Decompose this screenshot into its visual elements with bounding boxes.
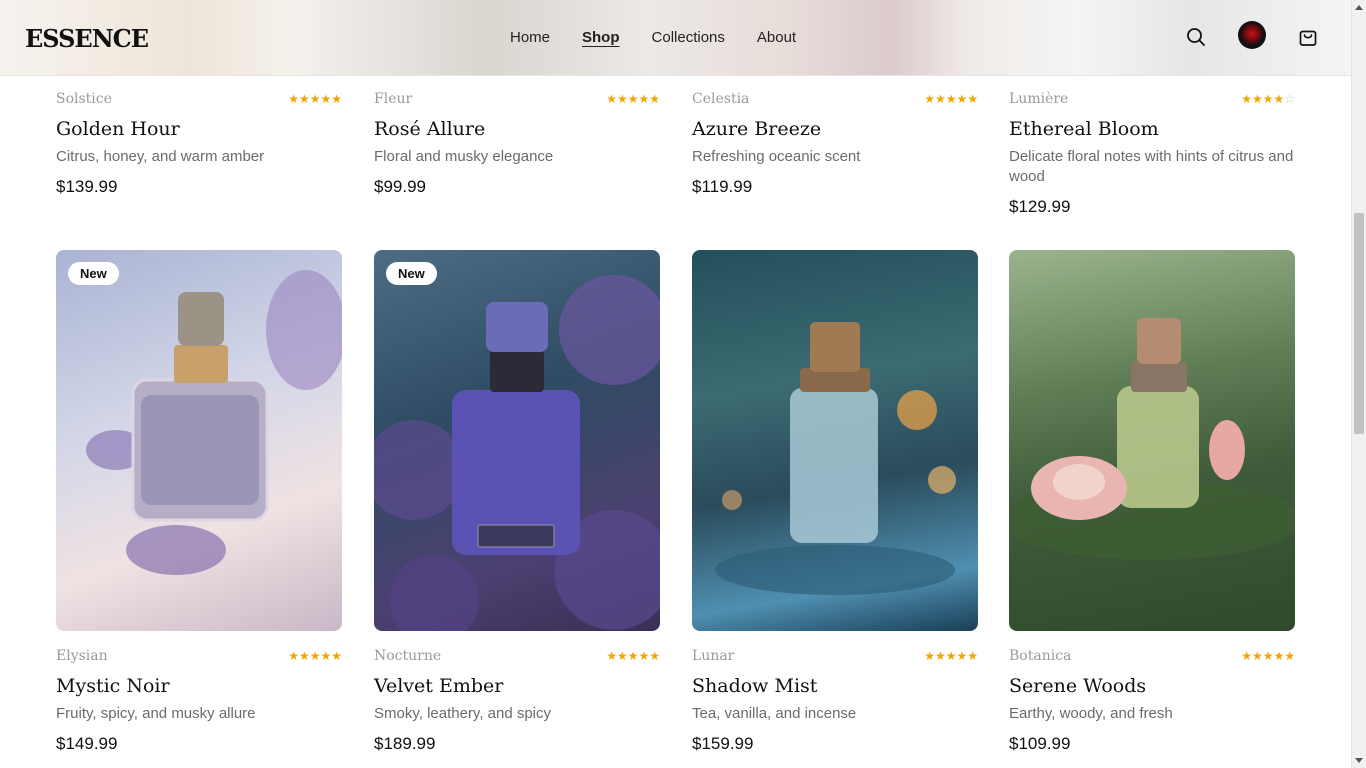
product-price: $99.99 [374,177,426,196]
logo[interactable]: ESSENCE [25,24,149,53]
product-brand: Elysian [56,648,108,664]
product-description: Fruity, spicy, and musky allure [56,705,256,722]
nav-home[interactable]: Home [510,29,550,46]
product-image[interactable]: New [56,250,342,631]
new-badge: New [68,262,119,285]
product-name[interactable]: Rosé Allure [374,118,485,140]
rating-stars: ★★★★★ [288,92,342,106]
perfume-bottle-image [1009,318,1295,560]
product-description: Earthy, woody, and fresh [1009,705,1173,722]
product-description: Delicate floral notes with hints of citr… [1009,148,1294,185]
product-price: $109.99 [1009,734,1071,753]
product-name[interactable]: Golden Hour [56,118,180,140]
product-image[interactable]: New [374,250,660,631]
product-description: Citrus, honey, and warm amber [56,148,265,165]
product-description: Smoky, leathery, and spicy [374,705,552,722]
rating-stars: ★★★★★ [1241,649,1295,663]
site-header: ESSENCE Home Shop Collections About [0,0,1351,76]
page-scrollbar[interactable] [1351,0,1366,768]
product-brand: Celestia [692,91,750,107]
search-icon[interactable] [1185,26,1207,48]
product-brand: Solstice [56,91,112,107]
product-price: $189.99 [374,734,436,753]
perfume-bottle-image [374,275,660,631]
product-price: $129.99 [1009,197,1071,216]
product-brand: Fleur [374,91,413,107]
product-description: Tea, vanilla, and incense [692,705,857,722]
product-image[interactable] [692,250,978,631]
rating-stars: ★★★★★ [288,649,342,663]
rating-stars: ★★★★★ [606,92,660,106]
main-nav: Home Shop Collections About [510,29,828,46]
product-brand: Lumière [1009,91,1069,107]
product-brand: Lunar [692,648,735,664]
rating-stars: ★★★★★ [924,92,978,106]
nav-collections[interactable]: Collections [652,29,725,46]
product-name[interactable]: Ethereal Bloom [1009,118,1159,140]
user-avatar[interactable] [1238,21,1266,49]
product-price: $149.99 [56,734,118,753]
product-description: Refreshing oceanic scent [692,148,861,165]
product-name[interactable]: Velvet Ember [374,675,503,697]
product-name[interactable]: Shadow Mist [692,675,817,697]
product-name[interactable]: Azure Breeze [692,118,821,140]
scrollbar-thumb[interactable] [1354,213,1364,434]
product-brand: Nocturne [374,648,442,664]
rating-stars: ★★★★★ [924,649,978,663]
new-badge: New [386,262,437,285]
product-name[interactable]: Serene Woods [1009,675,1146,697]
perfume-bottle-image [86,270,342,575]
rating-stars: ★★★★★ [606,649,660,663]
perfume-bottle-image [715,322,956,595]
scroll-up-arrow-icon[interactable] [1355,5,1363,10]
shopping-bag-icon[interactable] [1297,26,1319,48]
product-name[interactable]: Mystic Noir [56,675,170,697]
product-description: Floral and musky elegance [374,148,554,165]
product-image[interactable] [1009,250,1295,631]
product-price: $139.99 [56,177,118,196]
scroll-down-arrow-icon[interactable] [1355,758,1363,763]
rating-stars: ★★★★☆ [1241,92,1295,106]
product-price: $119.99 [692,177,753,196]
nav-about[interactable]: About [757,29,796,46]
product-brand: Botanica [1009,648,1072,664]
nav-shop[interactable]: Shop [582,29,620,46]
product-price: $159.99 [692,734,754,753]
